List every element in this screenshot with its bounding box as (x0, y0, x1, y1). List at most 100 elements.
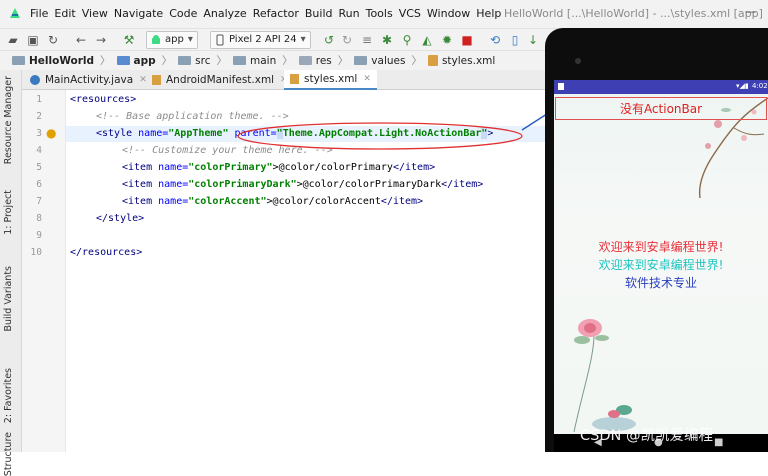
stop-icon[interactable]: ■ (460, 33, 474, 47)
chevron-right-icon: 〉 (282, 55, 293, 67)
code-line-6: <item name="colorPrimaryDark">@color/col… (122, 179, 483, 190)
menu-window[interactable]: Window (427, 7, 470, 20)
menu-file[interactable]: File (30, 7, 48, 20)
profile-icon[interactable]: ⚲ (400, 33, 414, 47)
breadcrumb-src[interactable]: src (178, 55, 211, 67)
apply-code-changes-icon[interactable]: ↻ (340, 33, 354, 47)
line-number: 6 (36, 179, 42, 190)
tool-tab-build-variants[interactable]: Build Variants (3, 266, 14, 332)
menu-vcs[interactable]: VCS (399, 7, 421, 20)
code-line-3: <style name="AppTheme" parent="Theme.App… (96, 128, 493, 139)
item-body: >@color/colorAccent (266, 196, 381, 207)
chevron-right-icon: 〉 (337, 55, 349, 67)
breadcrumb-res[interactable]: res (298, 54, 332, 67)
tool-tab-project[interactable]: 1: Project (3, 190, 14, 235)
sync-gradle-icon[interactable]: ⟲ (488, 33, 502, 47)
tool-tab-resource-manager[interactable]: Resource Manager (3, 76, 14, 164)
folder-icon (178, 56, 192, 65)
lightbulb-icon[interactable]: ● (46, 126, 56, 140)
camera-icon (575, 58, 581, 64)
back-icon[interactable]: ← (74, 33, 88, 47)
device-dropdown[interactable]: Pixel 2 API 24 ▾ (210, 31, 311, 49)
clock: 4:02 (752, 82, 768, 90)
line-number: 5 (36, 162, 42, 173)
module-icon (116, 56, 130, 65)
tag-style-close: </style> (96, 213, 145, 224)
breadcrumb-file[interactable]: styles.xml (427, 55, 495, 67)
line-number: 10 (30, 247, 42, 258)
status-bar: ▾◢▮ 4:02 (554, 80, 768, 94)
window-title: HelloWorld [...\HelloWorld] - ...\styles… (504, 7, 763, 20)
attr-value: "colorPrimary" (188, 162, 273, 173)
bug-icon[interactable]: ✹ (440, 33, 454, 47)
tab-styles[interactable]: styles.xml ✕ (284, 70, 377, 90)
menu-bar: File Edit View Navigate Code Analyze Ref… (0, 0, 768, 28)
breadcrumb-label: HelloWorld (29, 54, 95, 67)
xml-file-icon (152, 75, 161, 85)
forward-icon[interactable]: → (94, 33, 108, 47)
minimize-button[interactable]: — (745, 5, 756, 18)
sim-icon (558, 83, 564, 90)
layout-icon[interactable]: ≡ (360, 33, 374, 47)
tool-tab-favorites[interactable]: 2: Favorites (3, 368, 14, 423)
line-number: 2 (36, 111, 42, 122)
folder-icon (354, 56, 368, 65)
menu-navigate[interactable]: Navigate (114, 7, 163, 20)
watermark: CSDN @凯凯爱编程 (580, 428, 713, 444)
code-line-1: <resources> (70, 94, 136, 105)
menu-items: File Edit View Navigate Code Analyze Ref… (30, 7, 507, 20)
attach-icon[interactable]: ◭ (420, 33, 434, 47)
save-icon[interactable]: ▣ (26, 33, 40, 47)
menu-run[interactable]: Run (339, 7, 360, 20)
line-number: 8 (36, 213, 42, 224)
breadcrumb-values[interactable]: values (354, 55, 405, 67)
device-label: Pixel 2 API 24 (229, 34, 297, 45)
tool-tab-structure[interactable]: Structure (3, 432, 14, 476)
menu-tools[interactable]: Tools (366, 7, 393, 20)
menu-analyze[interactable]: Analyze (203, 7, 246, 20)
sdk-manager-icon[interactable]: ↓ (526, 33, 540, 47)
tab-label: styles.xml (304, 73, 358, 85)
menu-build[interactable]: Build (305, 7, 333, 20)
menu-refactor[interactable]: Refactor (253, 7, 299, 20)
code-line-10: </resources> (70, 247, 142, 258)
menu-code[interactable]: Code (169, 7, 197, 20)
breadcrumb-module[interactable]: app (116, 55, 156, 67)
chevron-down-icon: ▾ (187, 34, 193, 45)
attr-name: name= (158, 196, 189, 207)
breadcrumb-label: res (315, 54, 332, 67)
major-text-blue: 软件技术专业 (624, 276, 697, 290)
attr-parent: parent= (234, 128, 277, 139)
avd-manager-icon[interactable]: ▯ (508, 33, 522, 47)
breadcrumb-main[interactable]: main (233, 55, 276, 67)
open-folder-icon[interactable]: ▰ (6, 33, 20, 47)
line-number: 3 (36, 128, 42, 139)
menu-edit[interactable]: Edit (54, 7, 75, 20)
chevron-down-icon: ▾ (300, 34, 306, 45)
phone-icon (216, 34, 224, 46)
hammer-icon[interactable]: ⚒ (122, 33, 136, 47)
tag-item: <item (122, 162, 153, 173)
tab-androidmanifest[interactable]: AndroidManifest.xml✕ (146, 70, 294, 90)
breadcrumb-label: values (371, 54, 406, 67)
tab-mainactivity[interactable]: MainActivity.java ✕ (24, 70, 153, 90)
menu-view[interactable]: View (82, 7, 108, 20)
line-number: 7 (36, 196, 42, 207)
run-config-dropdown[interactable]: app ▾ (146, 31, 198, 49)
item-body: >@color/colorPrimaryDark (296, 179, 442, 190)
close-icon[interactable]: ✕ (363, 74, 371, 84)
recents-nav-icon[interactable]: ■ (714, 437, 723, 448)
attr-value: "colorAccent" (188, 196, 267, 207)
line-number: 9 (36, 230, 42, 241)
folder-icon (12, 56, 25, 65)
debug-icon[interactable]: ✱ (380, 33, 394, 47)
breadcrumb-project[interactable]: HelloWorld (12, 55, 94, 67)
menu-help[interactable]: Help (476, 7, 501, 20)
sync-icon[interactable]: ↻ (46, 33, 60, 47)
comment: <!-- Customize your theme here. --> (122, 145, 333, 156)
chevron-right-icon: 〉 (100, 55, 111, 67)
xml-file-icon (290, 74, 299, 84)
apply-changes-icon[interactable]: ↺ (322, 33, 336, 47)
attr-name: name= (138, 128, 169, 139)
welcome-text-red: 欢迎来到安卓编程世界! (598, 240, 724, 254)
